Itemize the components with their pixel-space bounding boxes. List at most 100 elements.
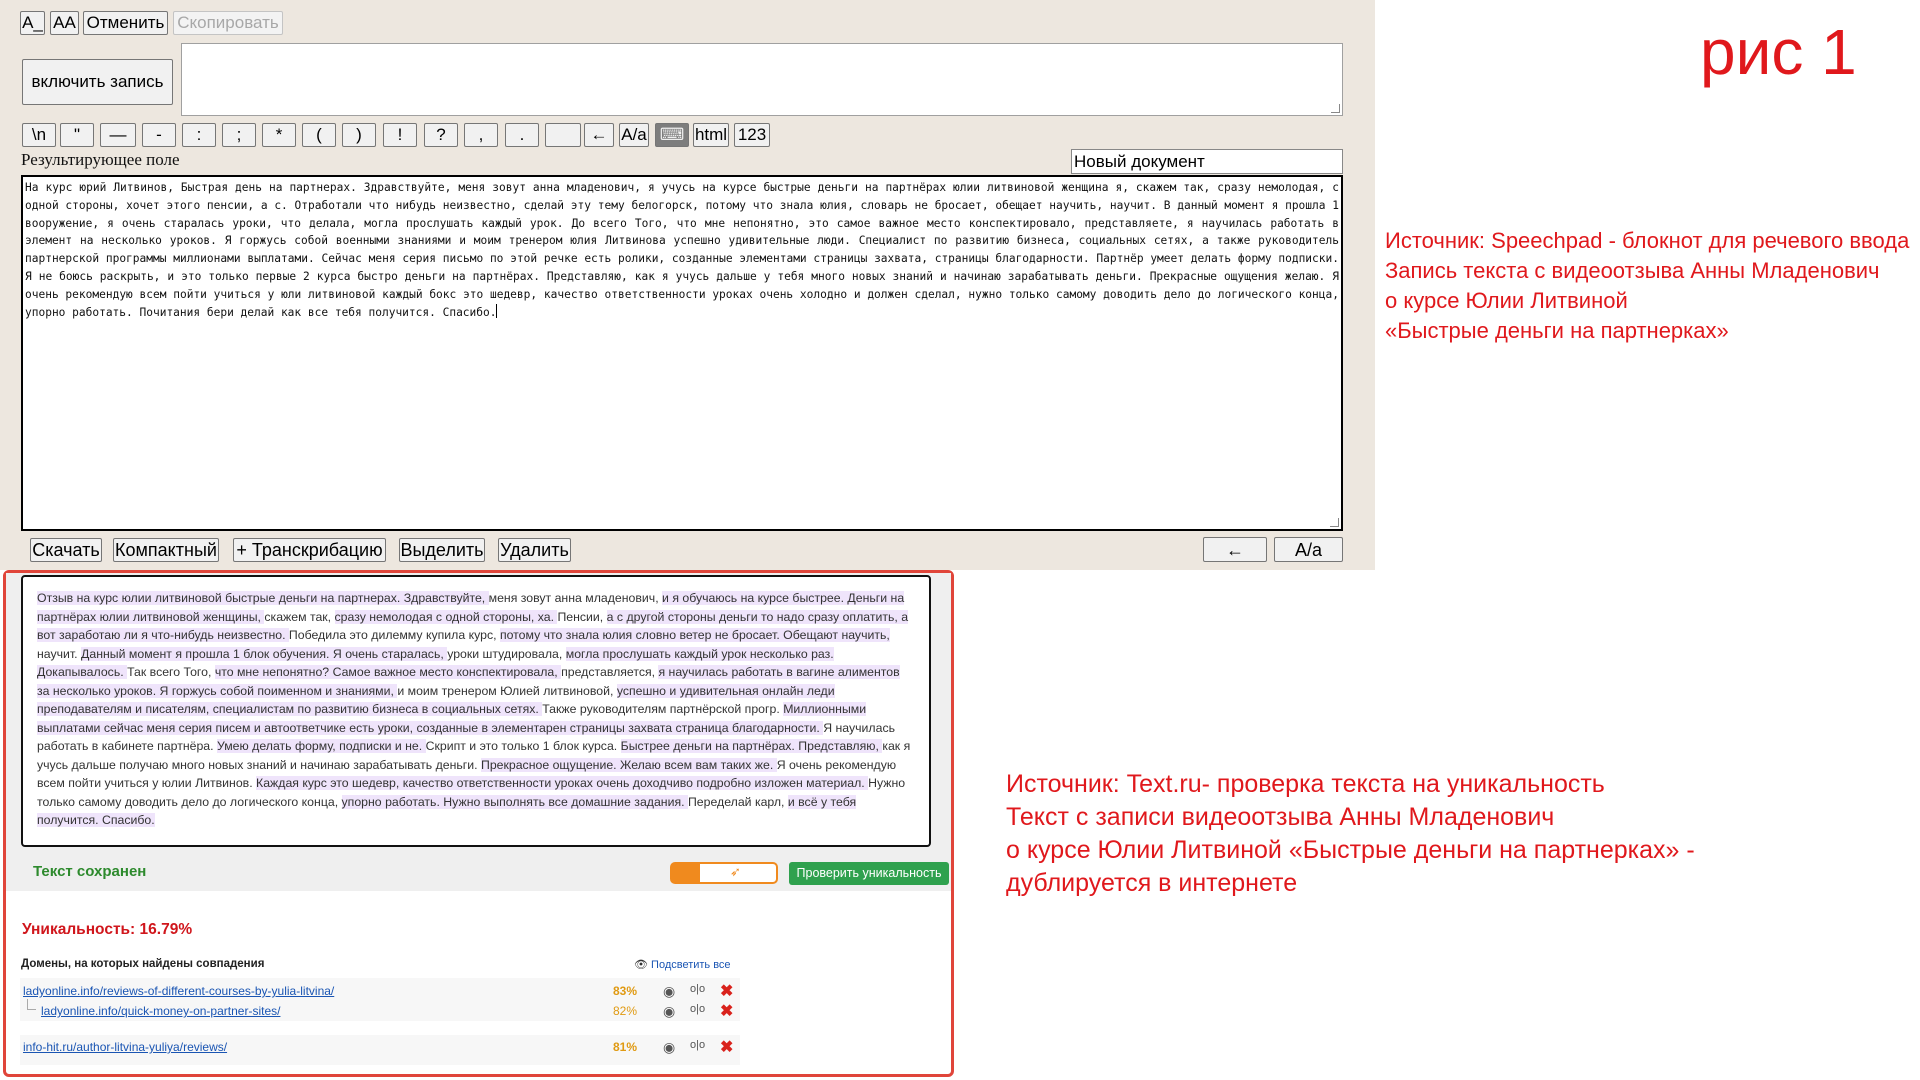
checked-text-area[interactable]: Отзыв на курс юлии литвиновой быстрые де… [21,575,931,847]
textru-input-block: Отзыв на курс юлии литвиновой быстрые де… [6,573,951,891]
copy-button[interactable]: Скопировать [173,11,283,35]
caption-line: о курсе Юлии Литвиной «Быстрые деньги на… [1006,836,1695,864]
download-button[interactable]: Скачать [30,538,102,562]
eye-icon[interactable]: ◉ [663,1003,675,1020]
highlight-all-link[interactable]: 👁 Подсветить все [634,958,731,971]
result-text-area[interactable]: На курс юрий Литвинов, Быстрая день на п… [21,175,1343,531]
text-fragment: Также руководителям партнёрской прогр. [542,702,784,716]
compact-button[interactable]: Компактный [113,538,219,562]
undo-button[interactable]: Отменить [83,11,168,35]
text-fragment: Отзыв на курс юлии литвиновой быстрые де… [37,591,404,605]
eye-icon[interactable]: ◉ [663,1039,675,1056]
resize-grip[interactable] [1330,518,1339,527]
textru-panel: Отзыв на курс юлии литвиновой быстрые де… [3,570,954,1077]
comma-button[interactable]: , [464,123,498,147]
html-button[interactable]: html [693,123,729,147]
check-uniqueness-button[interactable]: Проверить уникальность [789,862,949,885]
remove-icon[interactable]: ✖ [720,981,733,1001]
compare-icon[interactable]: o|o [690,1039,705,1051]
text-fragment: Пенсии, [557,609,607,624]
caption-line: дублируется в интернете [1006,869,1298,897]
start-recording-button[interactable]: включить запись [22,59,173,105]
newline-button[interactable]: \n [22,123,56,147]
close-paren-button[interactable]: ) [342,123,376,147]
space-button[interactable] [545,123,581,147]
domain-link[interactable]: ladyonline.info/reviews-of-different-cou… [23,984,334,998]
textru-caption: Источник: Text.ru- проверка текста на ун… [1006,768,1695,900]
text-fragment: скажем так, [264,609,335,624]
eye-icon[interactable]: ◉ [663,983,675,1000]
compare-icon[interactable]: o|o [690,983,705,995]
text-fragment: Переделай карл, [687,794,788,809]
options-toggle[interactable]: ➶ [670,862,778,884]
toggle-knob [672,864,700,882]
semicolon-button[interactable]: ; [222,123,256,147]
text-fragment: Я горжусь собой поименном и знаниями, [159,683,398,698]
caption-line: «Быстрые деньги на партнерках» [1385,318,1729,343]
text-fragment: подписки и не. [339,739,426,753]
text-fragment: уроки штудировала, [447,646,566,661]
tree-connector [27,999,36,1010]
colon-button[interactable]: : [182,123,216,147]
text-fragment: потому что знала юлия словно ветер не бр… [499,628,784,642]
uppercase-button[interactable]: AA [50,11,79,35]
text-fragment: научит. [37,646,82,661]
caption-line: Источник: Text.ru- проверка текста на ун… [1006,770,1605,798]
backspace-button[interactable]: ← [584,123,614,147]
case-toggle-button[interactable]: A/a [1274,537,1343,562]
speechpad-panel: A_ AA Отменить Скопировать включить запи… [0,0,1375,570]
domain-link[interactable]: ladyonline.info/quick-money-on-partner-s… [41,1004,280,1018]
quote-button[interactable]: " [60,123,94,147]
text-fragment: Докапывалось. [37,665,128,679]
text-fragment: меня зовут анна младенович, [488,591,663,605]
open-paren-button[interactable]: ( [302,123,336,147]
caption-line: о курсе Юлии Литвиной [1385,288,1628,313]
exclamation-button[interactable]: ! [383,123,417,147]
underscore-case-button[interactable]: A_ [20,11,45,35]
remove-icon[interactable]: ✖ [720,1037,733,1057]
period-button[interactable]: . [505,123,539,147]
text-fragment: Представляю, [798,739,883,753]
back-arrow-button[interactable]: ← [1203,537,1267,562]
keyboard-button[interactable]: ⌨ [655,123,689,147]
select-button[interactable]: Выделить [399,538,485,562]
text-fragment: Прекрасное ощущение. [480,757,620,772]
speechpad-caption: Источник: Speechpad - блокнот для речево… [1385,226,1909,346]
text-fragment: представляется, [561,665,659,679]
compare-icon[interactable]: o|o [690,1003,705,1015]
text-fragment: Победила это дилемму купила курс, [288,628,500,642]
eye-icon: 👁 [634,959,648,971]
emdash-button[interactable]: — [100,123,136,147]
delete-button[interactable]: Удалить [498,538,571,562]
text-fragment: Каждая курс это шедевр, [256,776,403,790]
uniqueness-score: Уникальность: 16.79% [22,921,193,938]
domains-heading: Домены, на которых найдены совпадения [21,958,265,970]
text-fragment: Желаю всем вам таких же. [620,757,777,772]
remove-icon[interactable]: ✖ [720,1001,733,1021]
match-percent: 82% [613,1004,638,1018]
hyphen-button[interactable]: - [142,123,176,147]
text-fragment: упорно работать. [341,794,444,809]
text-fragment: Я очень старалась, [332,646,448,661]
domain-link[interactable]: info-hit.ru/author-litvina-yuliya/review… [23,1040,227,1054]
text-fragment: Спасибо. [101,813,155,827]
text-fragment: созданные в элементарен страницы захвата… [416,720,824,735]
text-fragment: Так всего Того, [127,665,215,679]
resize-grip[interactable] [1331,104,1340,113]
question-button[interactable]: ? [424,123,458,147]
text-saved-status: Текст сохранен [33,863,147,880]
case-button[interactable]: A/a [619,123,649,147]
text-cursor [496,303,498,318]
text-fragment: и моим тренером Юлией литвиновой, [397,683,617,698]
match-percent: 83% [613,984,638,998]
numbers-button[interactable]: 123 [734,123,770,147]
document-name-input[interactable]: Новый документ [1071,149,1343,174]
text-fragment: Данный момент я прошла 1 блок обучения. [81,646,333,661]
add-transcription-button[interactable]: + Транскрибацию [233,538,386,562]
rocket-icon: ➶ [730,864,741,879]
text-fragment: а с другой стороны деньги то надо сразу … [606,609,902,624]
text-fragment: специалистам по развитию бизнеса в социа… [212,702,543,716]
speech-input-field[interactable] [181,43,1343,116]
text-fragment: качество ответственности уроках очень до… [402,776,869,790]
asterisk-button[interactable]: * [262,123,296,147]
